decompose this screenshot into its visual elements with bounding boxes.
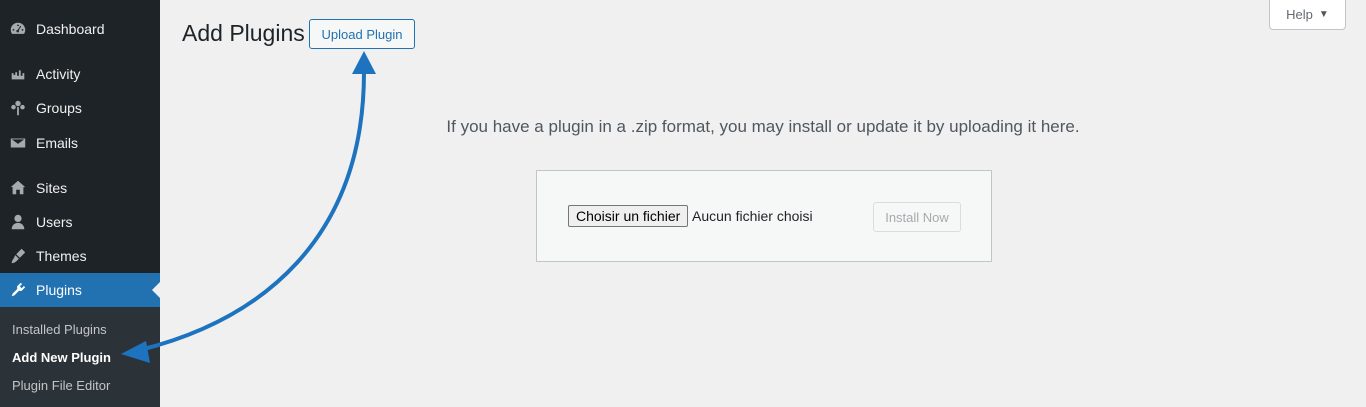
- file-status-text: Aucun fichier choisi: [692, 208, 813, 224]
- plugins-submenu: Installed Plugins Add New Plugin Plugin …: [0, 307, 160, 407]
- sidebar-item-label: Groups: [36, 100, 82, 116]
- users-icon: [0, 205, 36, 239]
- themes-icon: [0, 239, 36, 273]
- sidebar-item-users[interactable]: Users: [0, 205, 160, 239]
- upload-instructions-text: If you have a plugin in a .zip format, y…: [446, 117, 1080, 136]
- sidebar-item-label: Dashboard: [36, 21, 105, 37]
- dashboard-icon: [0, 12, 36, 46]
- sidebar-item-label: Activity: [36, 66, 81, 82]
- upload-instructions: If you have a plugin in a .zip format, y…: [0, 117, 1366, 137]
- admin-sidebar: Dashboard Activity Groups Emails Sites U…: [0, 0, 160, 407]
- install-now-button: Install Now: [873, 202, 961, 232]
- activity-icon: [0, 57, 36, 91]
- submenu-item-installed-plugins[interactable]: Installed Plugins: [12, 322, 107, 337]
- help-button[interactable]: Help ▼: [1269, 0, 1346, 30]
- choose-file-button[interactable]: Choisir un fichier: [568, 205, 689, 227]
- annotation-arrowhead-top: [352, 51, 376, 74]
- submenu-item-plugin-file-editor[interactable]: Plugin File Editor: [12, 378, 110, 393]
- sidebar-item-label: Sites: [36, 180, 68, 196]
- sidebar-item-label: Plugins: [36, 282, 82, 298]
- page-title: Add Plugins: [182, 20, 305, 46]
- sidebar-item-label: Themes: [36, 248, 87, 264]
- sidebar-item-activity[interactable]: Activity: [0, 57, 160, 91]
- sidebar-item-plugins[interactable]: Plugins: [0, 273, 160, 307]
- sidebar-item-sites[interactable]: Sites: [0, 171, 160, 205]
- sidebar-item-dashboard[interactable]: Dashboard: [0, 12, 160, 46]
- upload-plugin-form: Choisir un fichier Aucun fichier choisi …: [536, 170, 992, 262]
- sites-icon: [0, 171, 36, 205]
- upload-plugin-button[interactable]: Upload Plugin: [309, 19, 415, 49]
- sidebar-item-label: Users: [36, 214, 73, 230]
- caret-down-icon: ▼: [1318, 9, 1329, 20]
- sidebar-item-themes[interactable]: Themes: [0, 239, 160, 273]
- sidebar-item-label: Emails: [36, 135, 79, 151]
- help-label: Help: [1286, 7, 1313, 22]
- plugins-icon: [0, 273, 36, 307]
- annotation-arrow-curve: [138, 70, 366, 352]
- submenu-item-add-new-plugin[interactable]: Add New Plugin: [12, 350, 111, 365]
